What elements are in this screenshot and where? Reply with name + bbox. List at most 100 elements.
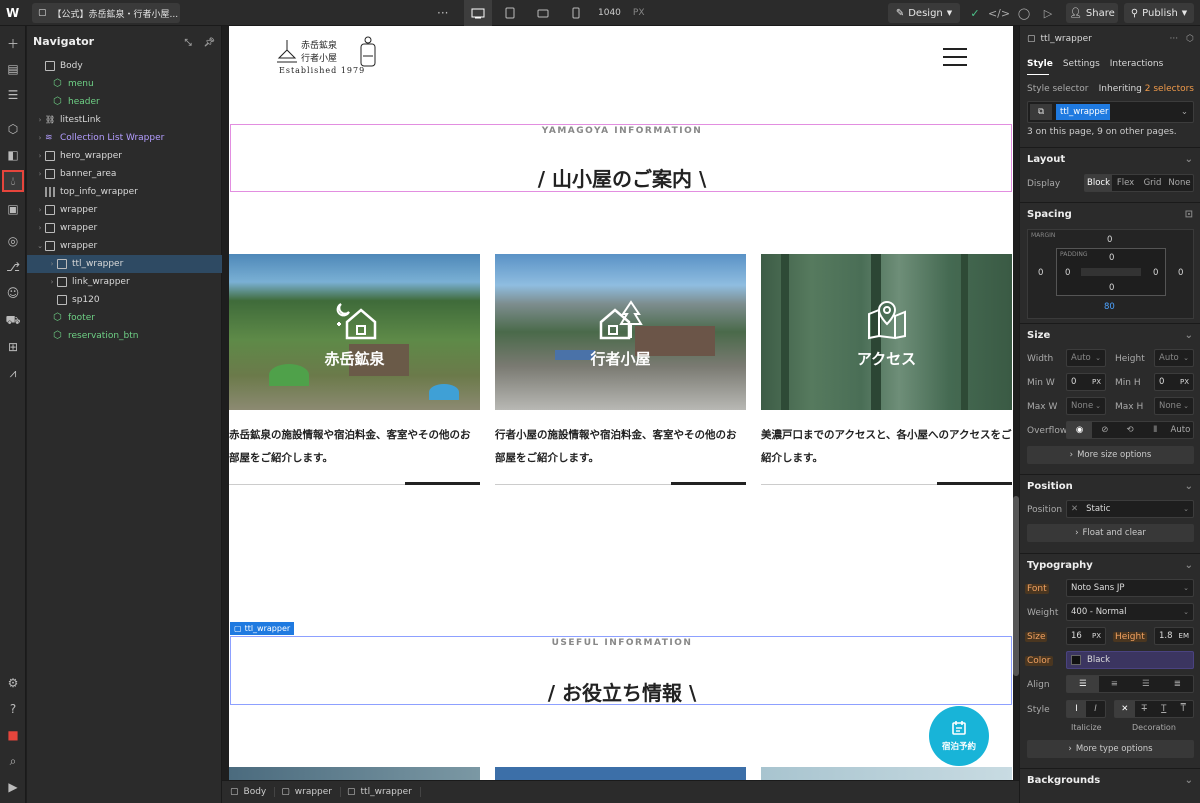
- desktop-breakpoint-icon[interactable]: [464, 0, 492, 26]
- comment-icon[interactable]: ◯: [1015, 0, 1033, 26]
- float-and-clear-button[interactable]: › Float and clear: [1027, 524, 1194, 542]
- overflow-visible-icon[interactable]: ◉: [1067, 422, 1093, 438]
- layout-section-header[interactable]: Layout ⌄: [1020, 147, 1200, 171]
- selector-field[interactable]: ⧉ ttl_wrapper ⌄: [1027, 101, 1194, 123]
- ttl-wrapper-useful[interactable]: USEFUL INFORMATION / お役立ち情報 \: [230, 636, 1012, 705]
- nav-item-menu[interactable]: ⬡ menu: [27, 75, 222, 93]
- padding-right[interactable]: 0: [1153, 268, 1158, 278]
- hamburger-menu-icon[interactable]: [943, 48, 967, 66]
- padding-box[interactable]: PADDING 0 0 0 0: [1056, 248, 1166, 296]
- padding-left[interactable]: 0: [1065, 268, 1070, 278]
- cms-icon[interactable]: ◎: [4, 232, 22, 250]
- check-circle-icon[interactable]: ✓: [966, 0, 984, 26]
- design-canvas[interactable]: 赤岳鉱泉 行者小屋 Established 1979 YAMAGOYA INFO…: [229, 26, 1013, 780]
- breadcrumb-item[interactable]: ▢ Body: [230, 787, 276, 797]
- ecommerce-icon[interactable]: ⛟: [4, 312, 22, 330]
- margin-box[interactable]: MARGIN 0 0 0 80 PADDING 0 0 0 0: [1027, 229, 1194, 319]
- site-logo[interactable]: 赤岳鉱泉 行者小屋 Established 1979: [275, 36, 385, 80]
- settings-icon[interactable]: ⚙: [4, 674, 22, 692]
- inheriting-count[interactable]: 2 selectors: [1145, 84, 1194, 94]
- nav-item-ttl-wrapper[interactable]: › ttl_wrapper: [27, 255, 222, 273]
- breadcrumb-item[interactable]: ▢ wrapper: [281, 787, 342, 797]
- nav-item-sp120[interactable]: sp120: [27, 291, 222, 309]
- chevron-right-icon[interactable]: ›: [35, 152, 45, 160]
- padding-top[interactable]: 0: [1109, 253, 1114, 263]
- nav-item-collection-list-wrapper[interactable]: › ≋ Collection List Wrapper: [27, 129, 222, 147]
- min-width-unit[interactable]: PX: [1092, 378, 1101, 386]
- margin-left[interactable]: 0: [1038, 268, 1043, 278]
- mobile-breakpoint-icon[interactable]: [562, 0, 590, 26]
- nav-item-hero-wrapper[interactable]: › hero_wrapper: [27, 147, 222, 165]
- strikethrough-icon[interactable]: T: [1135, 701, 1155, 717]
- tab-interactions[interactable]: Interactions: [1110, 59, 1164, 69]
- display-block[interactable]: Block: [1085, 175, 1112, 191]
- nav-item-wrapper[interactable]: › wrapper: [27, 219, 222, 237]
- overflow-hidden-icon[interactable]: ⊘: [1092, 422, 1117, 438]
- chevron-down-icon[interactable]: ⌄: [1181, 107, 1191, 117]
- tab-style[interactable]: Style: [1027, 59, 1053, 69]
- search-icon[interactable]: ⌕: [4, 752, 22, 770]
- chevron-right-icon[interactable]: ›: [47, 260, 57, 268]
- backgrounds-section-header[interactable]: Backgrounds ⌄: [1020, 768, 1200, 792]
- font-size-input[interactable]: 16 PX: [1066, 627, 1106, 645]
- selector-state-icon[interactable]: ⧉: [1030, 104, 1052, 120]
- margin-top[interactable]: 0: [1107, 235, 1112, 245]
- assets-icon[interactable]: ▣: [4, 200, 22, 218]
- more-icon[interactable]: ···: [437, 0, 448, 26]
- webflow-logo[interactable]: W: [6, 0, 22, 26]
- chevron-right-icon[interactable]: ›: [35, 206, 45, 214]
- help-icon[interactable]: ?: [4, 700, 22, 718]
- nav-item-footer[interactable]: ⬡ footer: [27, 309, 222, 327]
- publish-button[interactable]: ⚲ Publish ▼: [1124, 3, 1194, 23]
- design-mode-button[interactable]: ✎ Design ▼: [888, 3, 960, 23]
- landscape-breakpoint-icon[interactable]: [529, 0, 557, 26]
- pages-icon[interactable]: ▤: [4, 60, 22, 78]
- color-picker[interactable]: Black: [1066, 651, 1194, 669]
- width-input[interactable]: Auto ⌄: [1066, 349, 1106, 367]
- height-input[interactable]: Auto ⌄: [1154, 349, 1194, 367]
- position-section-header[interactable]: Position ⌄: [1020, 474, 1200, 498]
- page-selector[interactable]: ▢ 【公式】赤岳鉱泉・行者小屋...: [32, 3, 180, 23]
- max-width-input[interactable]: None ⌄: [1066, 397, 1106, 415]
- overflow-toggle[interactable]: ◉ ⊘ ⟲ ⫴ Auto: [1066, 421, 1194, 439]
- display-grid[interactable]: Grid: [1139, 175, 1166, 191]
- apps-icon[interactable]: ⊞: [4, 338, 22, 356]
- record-icon[interactable]: ■: [4, 726, 22, 744]
- nav-item-wrapper[interactable]: › wrapper: [27, 201, 222, 219]
- display-toggle[interactable]: Block Flex Grid None: [1084, 174, 1194, 192]
- canvas-width[interactable]: 1040 PX: [598, 0, 645, 26]
- nav-item-banner-area[interactable]: › banner_area: [27, 165, 222, 183]
- code-icon[interactable]: </>: [988, 0, 1010, 26]
- variables-icon[interactable]: ◧: [4, 146, 22, 164]
- padding-bottom[interactable]: 0: [1109, 283, 1114, 293]
- font-select[interactable]: Noto Sans JP ⌄: [1066, 579, 1194, 597]
- tablet-breakpoint-icon[interactable]: [496, 0, 524, 26]
- max-height-input[interactable]: None ⌄: [1154, 397, 1194, 415]
- share-button[interactable]: 👤︎ Share: [1066, 3, 1118, 23]
- display-none[interactable]: None: [1166, 175, 1193, 191]
- overflow-clip-icon[interactable]: ⫴: [1143, 422, 1168, 438]
- collapse-icon[interactable]: ⤡: [185, 38, 192, 48]
- chevron-right-icon[interactable]: ›: [35, 224, 45, 232]
- reservation-button[interactable]: 宿泊予約: [929, 706, 989, 766]
- font-size-unit[interactable]: PX: [1092, 632, 1101, 640]
- nav-item-litest-link[interactable]: › ⛓ litestLink: [27, 111, 222, 129]
- logic-icon[interactable]: ⎇: [4, 258, 22, 276]
- chevron-right-icon[interactable]: ›: [47, 278, 57, 286]
- video-icon[interactable]: ▶: [4, 778, 22, 796]
- upright-icon[interactable]: I: [1067, 701, 1086, 717]
- preview-play-icon[interactable]: ▷: [1039, 0, 1057, 26]
- spacing-preset-icon[interactable]: ⊡: [1185, 209, 1193, 220]
- weight-select[interactable]: 400 - Normal ⌄: [1066, 603, 1194, 621]
- min-height-unit[interactable]: PX: [1180, 378, 1189, 386]
- line-height-unit[interactable]: EM: [1179, 632, 1189, 640]
- position-select[interactable]: ✕ Static ⌄: [1066, 500, 1194, 518]
- tab-settings[interactable]: Settings: [1063, 59, 1100, 69]
- decoration-toggle[interactable]: ✕ T T T: [1114, 700, 1194, 718]
- components-icon[interactable]: ⬡: [4, 120, 22, 138]
- nav-item-link-wrapper[interactable]: › link_wrapper: [27, 273, 222, 291]
- typography-section-header[interactable]: Typography ⌄: [1020, 553, 1200, 577]
- display-flex[interactable]: Flex: [1112, 175, 1139, 191]
- nav-item-reservation-btn[interactable]: ⬡ reservation_btn: [27, 327, 222, 345]
- overline-icon[interactable]: T: [1174, 701, 1194, 717]
